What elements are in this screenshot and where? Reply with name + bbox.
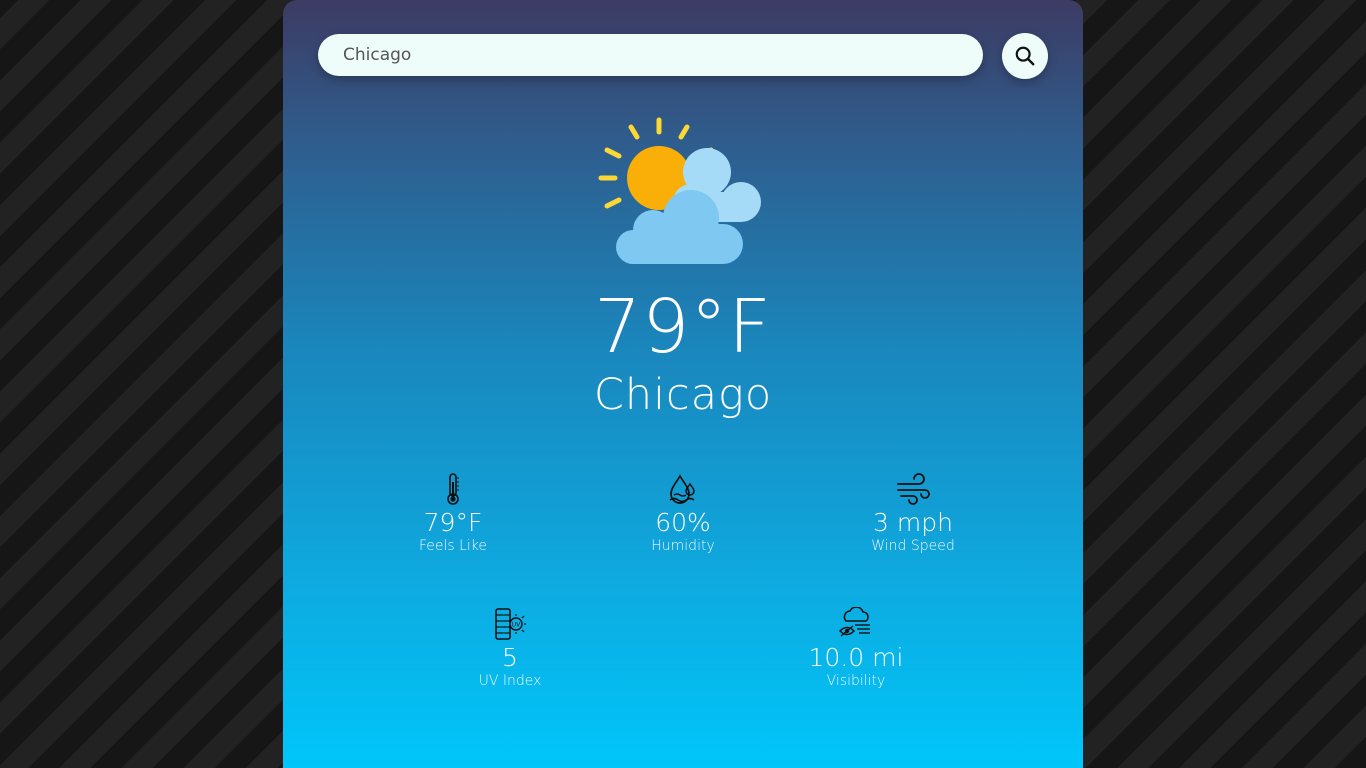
stat-uv-index: UV 5 UV Index (430, 607, 590, 689)
search-icon (1015, 46, 1035, 66)
wind-speed-value: 3 mph (873, 508, 953, 537)
stat-feels-like: 79°F Feels Like (373, 472, 533, 554)
feels-like-value: 79°F (423, 508, 483, 537)
stat-humidity: 60% Humidity (603, 472, 763, 554)
stat-visibility: 10.0 mi Visibility (776, 607, 936, 689)
visibility-label: Visibility (826, 673, 886, 689)
stat-wind-speed: 3 mph Wind Speed (833, 472, 993, 554)
humidity-label: Humidity (651, 538, 715, 554)
svg-text:UV: UV (512, 622, 521, 629)
wind-icon (897, 473, 930, 505)
feels-like-label: Feels Like (418, 538, 488, 554)
thermometer-icon (447, 473, 459, 505)
search-button[interactable] (1002, 33, 1048, 79)
uv-index-icon: UV (495, 608, 526, 640)
humidity-value: 60% (655, 508, 711, 537)
partly-cloudy-icon (598, 117, 761, 264)
visibility-icon (838, 607, 870, 637)
visibility-value: 10.0 mi (808, 643, 904, 672)
uv-index-label: UV Index (478, 673, 542, 689)
humidity-icon (669, 474, 695, 504)
search-input[interactable] (318, 34, 983, 76)
weather-card: 79°F Chicago 79°F Feels Like 60% Humidit… (283, 0, 1083, 768)
city-name: Chicago (593, 370, 773, 420)
current-temperature: 79°F (594, 284, 772, 370)
wind-speed-label: Wind Speed (871, 538, 955, 554)
uv-index-value: 5 (502, 643, 518, 672)
search-bar (318, 33, 1048, 79)
